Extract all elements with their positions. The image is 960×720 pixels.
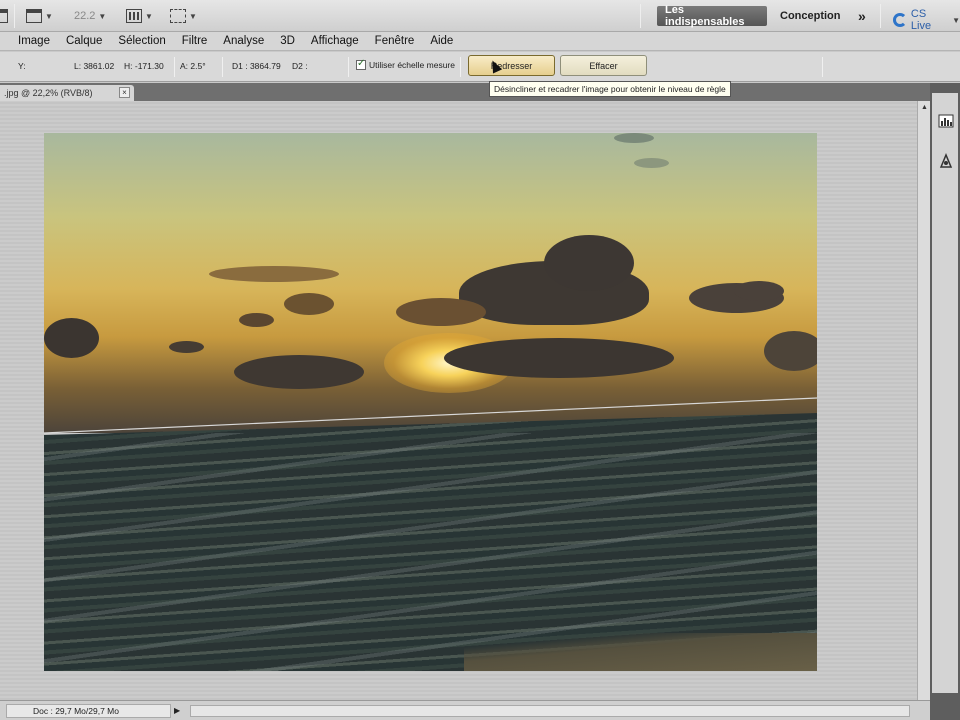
menu-layer[interactable]: Calque: [58, 35, 110, 47]
arrange-documents-menu[interactable]: ▼: [170, 7, 197, 25]
divider: [222, 57, 223, 77]
grid-icon: [126, 9, 142, 23]
distance2-readout: D2 :: [292, 61, 308, 71]
menu-filter[interactable]: Filtre: [174, 35, 216, 47]
arrange-icon: [170, 9, 186, 23]
angle-readout: A: 2.5°: [180, 61, 206, 71]
zoom-level-dropdown[interactable]: 22.2 ▼: [74, 7, 106, 25]
document-tab[interactable]: .jpg @ 22,2% (RVB/8) ×: [0, 85, 134, 101]
menu-help[interactable]: Aide: [422, 35, 461, 47]
chevron-down-icon: ▼: [952, 15, 960, 25]
layout-icon[interactable]: [0, 7, 8, 25]
status-bar: Doc : 29,7 Mo/29,7 Mo ▶: [0, 700, 930, 720]
divider: [348, 57, 349, 77]
checkbox-label: Utiliser échelle mesure: [369, 60, 455, 70]
histogram-panel-icon[interactable]: [938, 113, 954, 129]
y-coordinate: Y:: [18, 61, 26, 71]
menu-3d[interactable]: 3D: [272, 35, 303, 47]
clear-button[interactable]: Effacer: [560, 55, 647, 76]
vertical-scrollbar[interactable]: ▲: [917, 101, 930, 700]
adjustments-panel-icon[interactable]: [938, 153, 954, 169]
distance1-readout: D1 : 3864.79: [232, 61, 281, 71]
cs-live-label: CS Live: [910, 8, 932, 32]
ruler-options-bar: Y: L: 3861.02 H: -171.30 A: 2.5° D1 : 38…: [0, 52, 960, 82]
menu-view[interactable]: Affichage: [303, 35, 367, 47]
window-icon: [0, 9, 8, 23]
close-icon[interactable]: ×: [119, 87, 130, 98]
screen-mode-menu[interactable]: ▼: [26, 7, 53, 25]
horizontal-scrollbar[interactable]: [190, 705, 910, 717]
more-workspaces-button[interactable]: »: [850, 6, 874, 26]
divider: [640, 4, 641, 28]
document-size-info[interactable]: Doc : 29,7 Mo/29,7 Mo: [6, 704, 171, 718]
menu-bar: Image Calque Sélection Filtre Analyse 3D…: [0, 32, 960, 51]
document-tab-title: .jpg @ 22,2% (RVB/8): [4, 88, 93, 98]
menu-select[interactable]: Sélection: [110, 35, 173, 47]
divider: [460, 57, 461, 77]
use-measurement-scale-checkbox[interactable]: Utiliser échelle mesure: [356, 58, 455, 70]
workspace-design-button[interactable]: Conception: [772, 6, 849, 26]
extras-menu[interactable]: ▼: [126, 7, 153, 25]
panel-icon-strip: [932, 93, 958, 693]
ruler-measure-line[interactable]: [44, 133, 817, 671]
menu-window[interactable]: Fenêtre: [367, 35, 423, 47]
divider: [822, 57, 823, 77]
chevron-down-icon: ▼: [98, 11, 107, 21]
document-tab-strip: .jpg @ 22,2% (RVB/8) ×: [0, 83, 930, 101]
workspace-essentials-button[interactable]: Les indispensables: [657, 4, 767, 28]
panel-dock: [930, 83, 960, 720]
chevron-down-icon: ▼: [45, 11, 53, 21]
menu-analysis[interactable]: Analyse: [215, 35, 272, 47]
application-bar: ▼ 22.2 ▼ ▼ ▼ Les indispensables Conceptio…: [0, 0, 960, 32]
screen-mode-icon: [26, 9, 42, 23]
checkmark-icon: [356, 58, 366, 70]
zoom-level-value: 22.2: [74, 10, 96, 22]
divider: [174, 57, 175, 77]
status-menu-arrow-icon[interactable]: ▶: [174, 706, 180, 715]
cs-live-icon: [893, 13, 907, 27]
straighten-layer-button[interactable]: Redresser: [468, 55, 555, 76]
chevron-down-icon: ▼: [189, 11, 197, 21]
beach-sunset-photo[interactable]: [44, 133, 817, 671]
measure-line: [44, 397, 817, 434]
divider: [880, 4, 881, 28]
cs-live-button[interactable]: CS Live ▼: [893, 8, 960, 32]
height-readout: H: -171.30: [124, 61, 164, 71]
tooltip: Désincliner et recadrer l'image pour obt…: [489, 81, 731, 97]
length-readout: L: 3861.02: [74, 61, 115, 71]
chevron-down-icon: ▼: [145, 11, 153, 21]
divider: [14, 4, 15, 28]
menu-image[interactable]: Image: [10, 35, 58, 47]
